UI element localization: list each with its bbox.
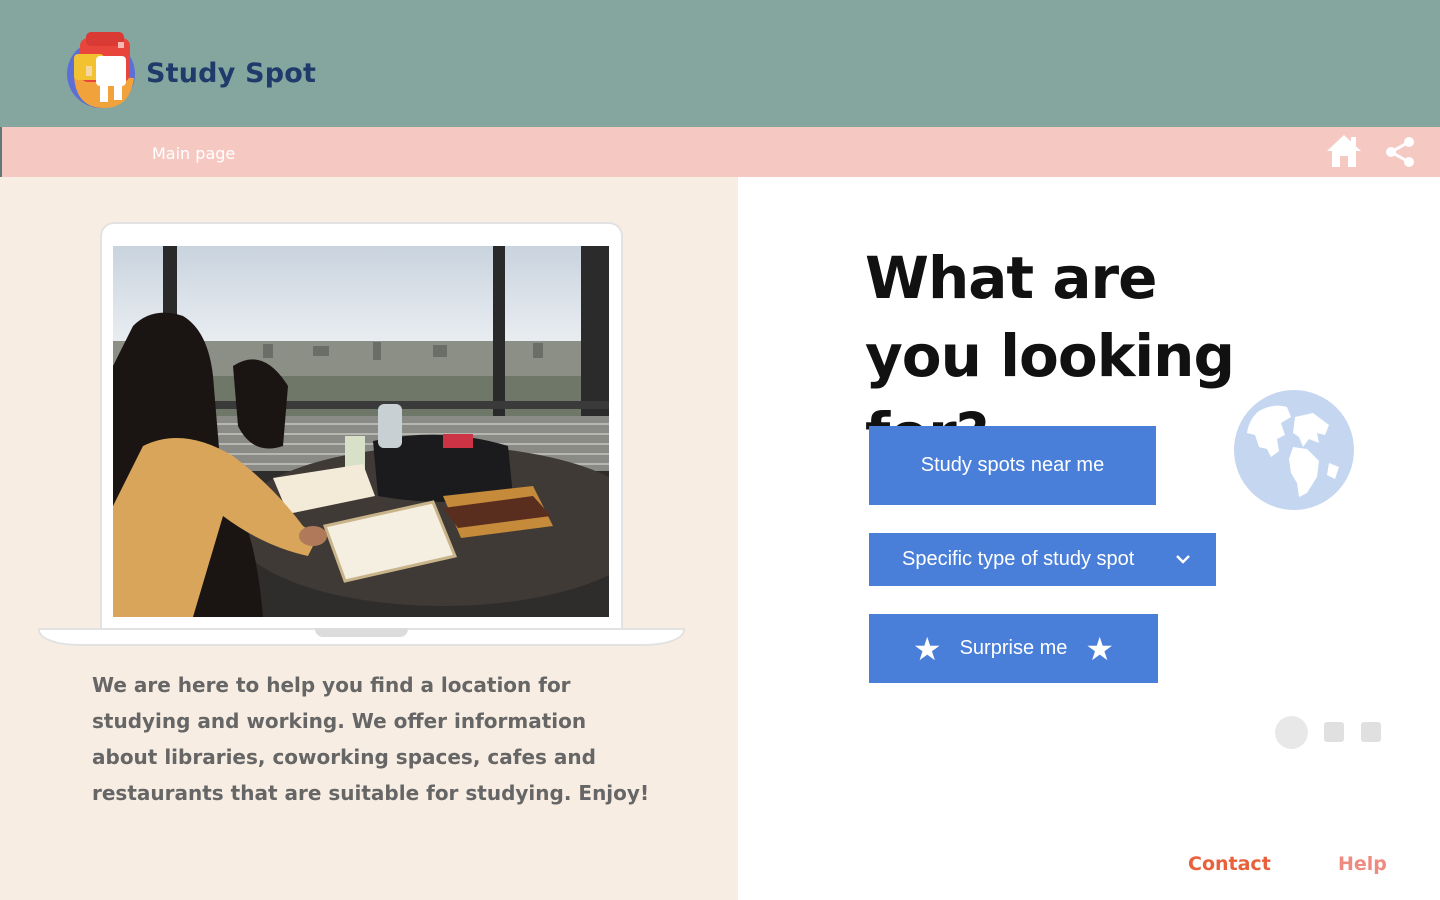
student-studying-by-window-photo [113, 246, 609, 617]
star-icon-right: ★ [1085, 630, 1115, 667]
surprise-me-label: Surprise me [959, 637, 1068, 659]
carousel-dot-3[interactable] [1361, 722, 1381, 742]
search-panel: What are you looking for? Study spots ne… [738, 177, 1440, 900]
star-icon-left: ★ [912, 630, 942, 667]
nav-main-page-link[interactable]: Main page [152, 144, 235, 163]
study-spots-near-me-button[interactable]: Study spots near me [869, 426, 1156, 505]
top-header: Study Spot [0, 0, 1440, 127]
navigation-bar: Main page [0, 127, 1440, 177]
specific-type-label: Specific type of study spot [902, 548, 1135, 570]
specific-type-dropdown[interactable]: Specific type of study spot [869, 533, 1216, 586]
intro-panel: We are here to help you find a location … [0, 177, 738, 900]
brand-logo[interactable]: Study Spot [64, 30, 316, 112]
share-icon[interactable] [1384, 136, 1416, 168]
brand-name: Study Spot [146, 58, 317, 89]
carousel-dot-1[interactable] [1275, 716, 1308, 749]
intro-paragraph: We are here to help you find a location … [92, 673, 650, 805]
contact-link[interactable]: Contact [1188, 853, 1271, 875]
laptop-notch [315, 628, 408, 637]
surprise-me-button[interactable]: ★ Surprise me ★ [869, 614, 1158, 683]
carousel-dot-2[interactable] [1324, 722, 1344, 742]
home-icon[interactable] [1326, 133, 1362, 169]
backpack-logo-icon [67, 32, 135, 108]
globe-icon [1234, 390, 1354, 510]
chevron-down-icon [1176, 555, 1190, 564]
help-link[interactable]: Help [1338, 853, 1387, 875]
